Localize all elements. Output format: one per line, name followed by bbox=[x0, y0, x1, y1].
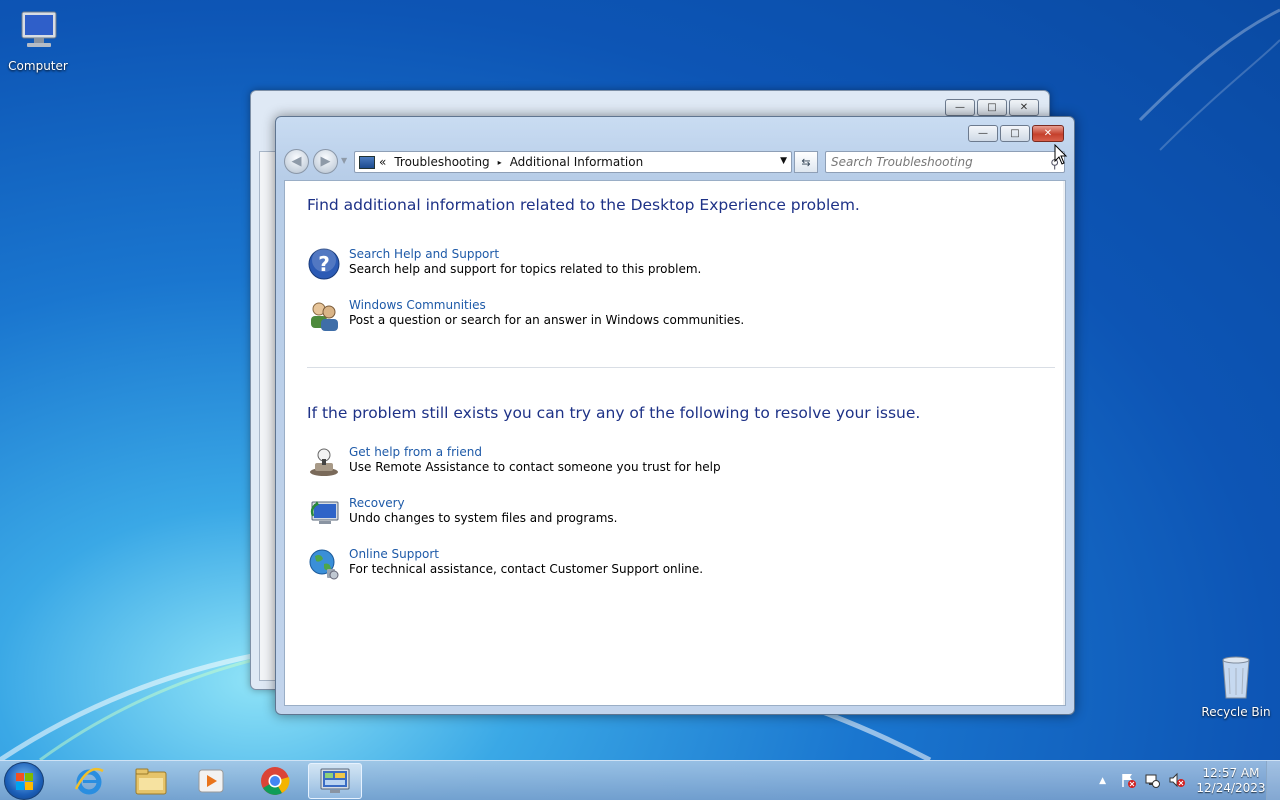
troubleshooting-window[interactable]: — □ ✕ ◀ ▶ ▼ « Troubleshooting ▸ Addition… bbox=[275, 116, 1075, 715]
start-button[interactable] bbox=[4, 762, 44, 800]
remote-assistance-icon bbox=[310, 448, 338, 476]
volume-muted-icon[interactable] bbox=[1168, 772, 1186, 791]
item-description: For technical assistance, contact Custom… bbox=[349, 562, 704, 576]
list-item: Windows Communities Post a question or s… bbox=[307, 298, 744, 332]
taskbar: ▲ 12:57 AM 12/24/2023 bbox=[0, 760, 1280, 800]
windows-communities-link[interactable]: Windows Communities bbox=[349, 298, 744, 313]
recycle-bin-icon bbox=[1222, 656, 1250, 699]
close-button[interactable]: ✕ bbox=[1009, 99, 1039, 116]
taskbar-chrome[interactable] bbox=[248, 763, 302, 799]
desktop-icon-label: Recycle Bin bbox=[1201, 705, 1271, 719]
back-button[interactable]: ◀ bbox=[284, 149, 309, 174]
list-item: Recovery Undo changes to system files an… bbox=[307, 496, 617, 530]
taskbar-internet-explorer[interactable] bbox=[62, 763, 116, 799]
minimize-button[interactable]: — bbox=[945, 99, 975, 116]
svg-text:?: ? bbox=[318, 252, 330, 276]
clock-date: 12/24/2023 bbox=[1196, 781, 1266, 795]
online-support-link[interactable]: Online Support bbox=[349, 547, 703, 562]
maximize-button[interactable]: □ bbox=[1000, 125, 1030, 142]
content-pane: Find additional information related to t… bbox=[284, 180, 1066, 706]
action-center-icon[interactable] bbox=[1120, 772, 1136, 791]
get-help-from-friend-link[interactable]: Get help from a friend bbox=[349, 445, 721, 460]
windows-logo-icon bbox=[16, 773, 33, 790]
show-hidden-icons[interactable]: ▲ bbox=[1099, 776, 1106, 786]
list-item: Online Support For technical assistance,… bbox=[307, 547, 703, 581]
help-icon: ? bbox=[308, 248, 340, 280]
breadcrumb-troubleshooting[interactable]: Troubleshooting bbox=[394, 155, 489, 169]
communities-icon bbox=[311, 302, 338, 331]
search-help-link[interactable]: Search Help and Support bbox=[349, 247, 701, 262]
section-heading: If the problem still exists you can try … bbox=[307, 404, 921, 422]
desktop-icon-label: Computer bbox=[8, 59, 68, 73]
search-placeholder: Search Troubleshooting bbox=[831, 155, 973, 169]
maximize-button[interactable]: □ bbox=[977, 99, 1007, 116]
refresh-button[interactable]: ⇆ bbox=[794, 151, 818, 173]
taskbar-file-explorer[interactable] bbox=[124, 763, 178, 799]
control-panel-icon bbox=[320, 768, 350, 793]
chrome-icon bbox=[261, 767, 290, 795]
show-desktop-button[interactable] bbox=[1266, 761, 1280, 800]
breadcrumb-separator-icon[interactable]: ▸ bbox=[498, 158, 502, 167]
mouse-cursor-icon bbox=[1054, 144, 1068, 165]
section-heading: Find additional information related to t… bbox=[307, 196, 860, 214]
section-divider bbox=[307, 367, 1055, 368]
globe-icon bbox=[309, 549, 339, 580]
breadcrumb-additional-information[interactable]: Additional Information bbox=[510, 155, 644, 169]
list-item: ? Search Help and Support Search help an… bbox=[307, 247, 701, 281]
taskbar-media-player[interactable] bbox=[184, 763, 238, 799]
address-bar[interactable]: « Troubleshooting ▸ Additional Informati… bbox=[354, 151, 792, 173]
system-tray: ▲ 12:57 AM 12/24/2023 bbox=[1099, 761, 1280, 800]
forward-button[interactable]: ▶ bbox=[313, 149, 338, 174]
file-explorer-icon bbox=[135, 768, 167, 795]
minimize-button[interactable]: — bbox=[968, 125, 998, 142]
desktop-icon-computer[interactable]: Computer bbox=[0, 8, 76, 73]
desktop-icon-recycle-bin[interactable]: Recycle Bin bbox=[1198, 654, 1274, 719]
recovery-link[interactable]: Recovery bbox=[349, 496, 617, 511]
item-description: Use Remote Assistance to contact someone… bbox=[349, 460, 721, 474]
item-description: Search help and support for topics relat… bbox=[349, 262, 702, 276]
internet-explorer-icon bbox=[74, 767, 104, 795]
list-item: Get help from a friend Use Remote Assist… bbox=[307, 445, 721, 479]
address-dropdown-icon[interactable]: ▼ bbox=[780, 156, 787, 166]
clock-time: 12:57 AM bbox=[1202, 766, 1260, 780]
search-input[interactable]: Search Troubleshooting ⚲ bbox=[825, 151, 1065, 173]
item-description: Post a question or search for an answer … bbox=[349, 313, 745, 327]
close-button[interactable]: ✕ bbox=[1032, 125, 1064, 142]
network-icon[interactable] bbox=[1144, 772, 1160, 791]
scrollbar[interactable] bbox=[1063, 181, 1065, 705]
recent-pages-dropdown-icon[interactable]: ▼ bbox=[341, 156, 347, 165]
taskbar-control-panel[interactable] bbox=[308, 763, 362, 799]
media-player-icon bbox=[198, 769, 224, 793]
control-panel-icon bbox=[359, 155, 375, 169]
system-clock[interactable]: 12:57 AM 12/24/2023 bbox=[1196, 766, 1266, 796]
item-description: Undo changes to system files and program… bbox=[349, 511, 618, 525]
computer-icon bbox=[21, 11, 57, 47]
address-overflow[interactable]: « bbox=[379, 155, 386, 169]
navigation-bar: ◀ ▶ ▼ « Troubleshooting ▸ Additional Inf… bbox=[284, 147, 1066, 177]
recovery-icon bbox=[310, 501, 339, 524]
